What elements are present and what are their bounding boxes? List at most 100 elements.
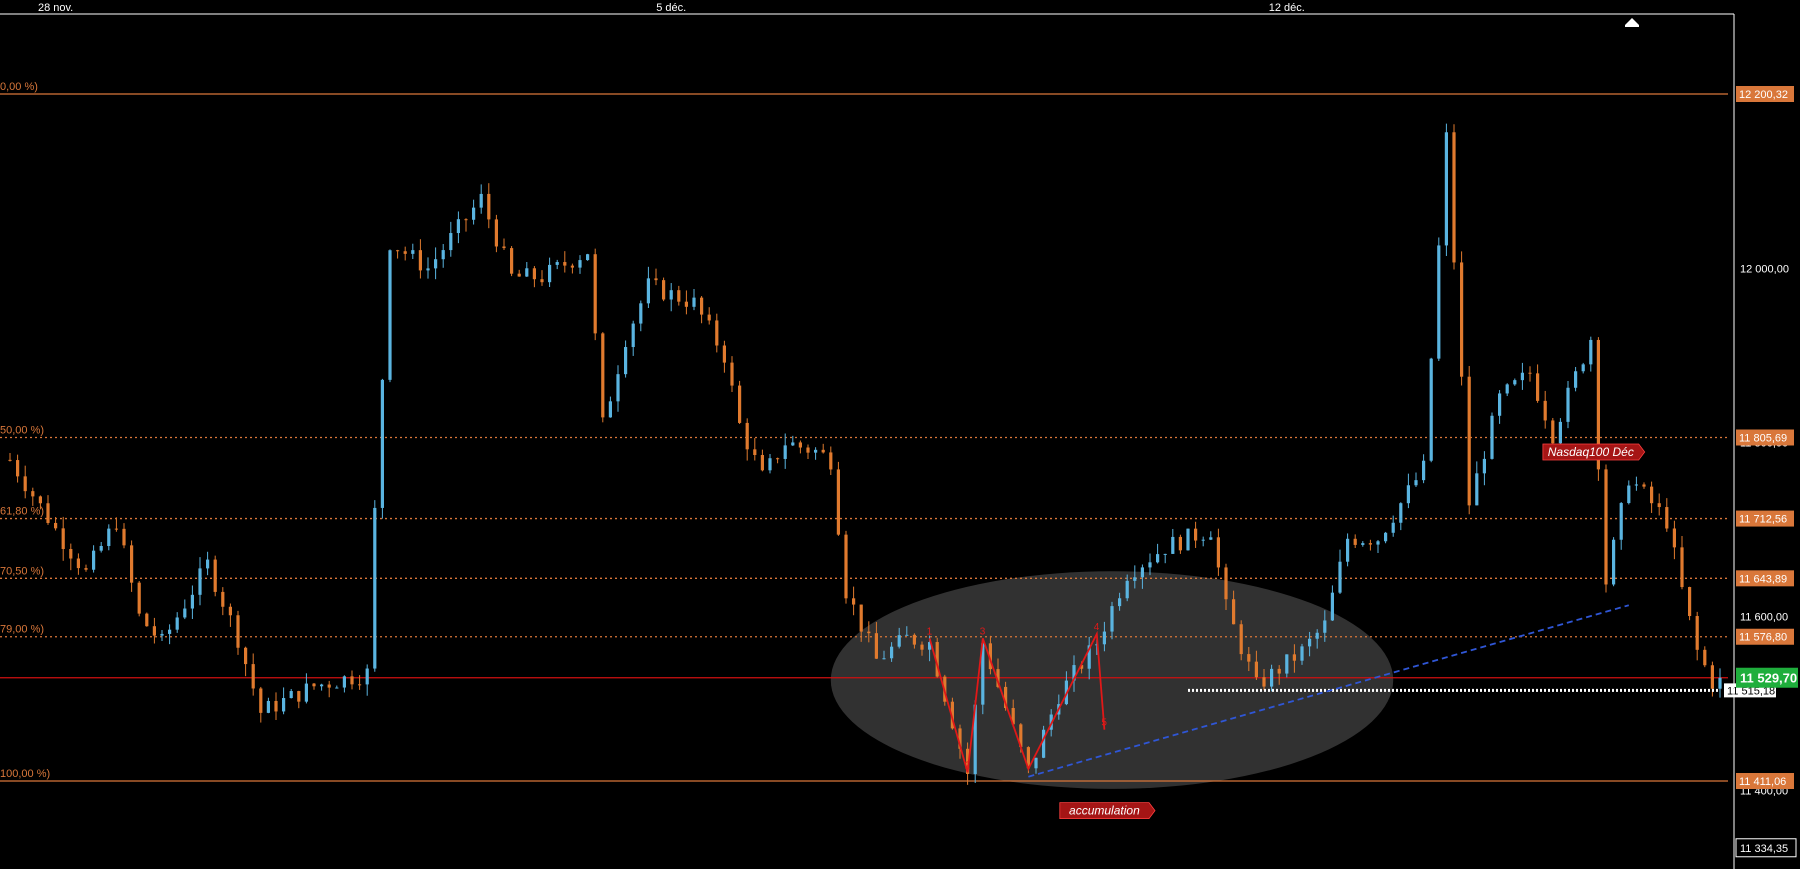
candle-body [563, 262, 567, 266]
candle-body [1247, 654, 1251, 662]
candle-body [380, 379, 384, 508]
annotation-text: Nasdaq100 Déc [1548, 445, 1634, 459]
candle-body [730, 362, 734, 386]
candle-body [1665, 507, 1669, 529]
candle-body [1361, 543, 1365, 545]
candle-body [738, 385, 742, 423]
candle-body [1110, 606, 1114, 632]
candle-body [692, 297, 696, 307]
candle-body [684, 301, 688, 307]
candle-body [107, 528, 111, 547]
candle-body [586, 254, 590, 261]
pattern-point-label: 2 [965, 760, 971, 771]
fib-level-label: 50,00 %) [0, 425, 44, 437]
candle-body [1566, 387, 1570, 422]
candle-body [1505, 384, 1509, 394]
candle-body [23, 476, 27, 492]
candle-body [722, 345, 726, 363]
candle-body [487, 193, 491, 220]
candle-body [1140, 567, 1144, 578]
candle-body [1558, 421, 1562, 444]
candle-body [1589, 339, 1593, 365]
candle-body [548, 264, 552, 283]
candle-body [897, 635, 901, 647]
candle-body [434, 259, 438, 269]
candle-body [1414, 480, 1418, 486]
candle-body [912, 634, 916, 645]
pattern-point-label: 4 [1094, 622, 1100, 633]
candle-body [1444, 132, 1448, 246]
candle-body [707, 314, 711, 321]
price-chart: 0,00 %) 50,00 %) 61,80 %) 70,50 %) 79,00 %) 1… [0, 0, 1800, 869]
candle-body [61, 528, 65, 549]
candle-body [8, 459, 12, 461]
candle-body [183, 608, 187, 618]
fib-price-tag-label: 11 576,80 [1739, 632, 1787, 644]
candle-body [1178, 536, 1182, 551]
pattern-point-label: 5 [1101, 718, 1107, 729]
candle-body [867, 631, 871, 634]
candle-body [1224, 567, 1228, 600]
candle-body [1703, 649, 1707, 666]
candle-body [1239, 624, 1243, 655]
candle-body [152, 626, 156, 636]
candle-body [1285, 654, 1289, 674]
candle-body [1163, 553, 1167, 555]
candle-body [449, 233, 453, 251]
fib-price-tag-label: 11 805,69 [1739, 433, 1787, 445]
candle-body [365, 668, 369, 685]
candle-body [821, 449, 825, 453]
candle-body [1330, 592, 1334, 621]
candle-body [1422, 460, 1426, 481]
candle-body [662, 280, 666, 300]
candle-body [1528, 372, 1532, 374]
candle-body [1315, 632, 1319, 639]
candle-body [228, 606, 232, 616]
candle-body [1482, 458, 1486, 474]
candle-body [1520, 372, 1524, 381]
candle-body [84, 568, 88, 570]
candle-body [1300, 646, 1304, 661]
x-tick-label: 28 nov. [38, 2, 73, 14]
candle-body [1543, 400, 1547, 421]
pattern-point-label: 3 [980, 626, 986, 637]
candle-body [221, 591, 225, 607]
bottom-price-label: 11 334,35 [1740, 843, 1788, 855]
candle-body [1513, 380, 1517, 385]
y-tick-label: 11 600,00 [1740, 612, 1788, 624]
y-tick-label: 12 000,00 [1740, 263, 1789, 275]
candle-body [130, 545, 134, 583]
candle-body [1627, 485, 1631, 504]
candle-body [859, 604, 863, 632]
candle-body [122, 528, 126, 546]
candle-body [1323, 620, 1327, 633]
candle-body [137, 582, 141, 614]
candle-body [145, 613, 149, 627]
candle-body [1498, 393, 1502, 416]
candle-body [1368, 543, 1372, 545]
candle-body [289, 691, 293, 699]
candle-body [798, 442, 802, 448]
candle-body [601, 333, 605, 418]
candle-body [646, 278, 650, 304]
candle-body [1118, 598, 1122, 607]
candle-body [16, 460, 20, 477]
candle-body [806, 447, 810, 453]
candle-body [1216, 537, 1220, 568]
candle-body [251, 664, 255, 689]
candle-body [426, 268, 430, 271]
fib-level-label: 70,50 %) [0, 565, 44, 577]
candle-body [669, 290, 673, 300]
candle-body [335, 687, 339, 689]
candle-body [510, 248, 514, 274]
candle-body [1262, 677, 1266, 687]
candle-body [312, 683, 316, 687]
candle-body [715, 320, 719, 346]
candle-body [844, 534, 848, 599]
candle-body [1490, 415, 1494, 459]
candle-body [1581, 364, 1585, 372]
candle-body [1232, 599, 1236, 625]
candle-body [776, 458, 780, 460]
candle-body [593, 254, 597, 334]
candle-body [320, 684, 324, 687]
